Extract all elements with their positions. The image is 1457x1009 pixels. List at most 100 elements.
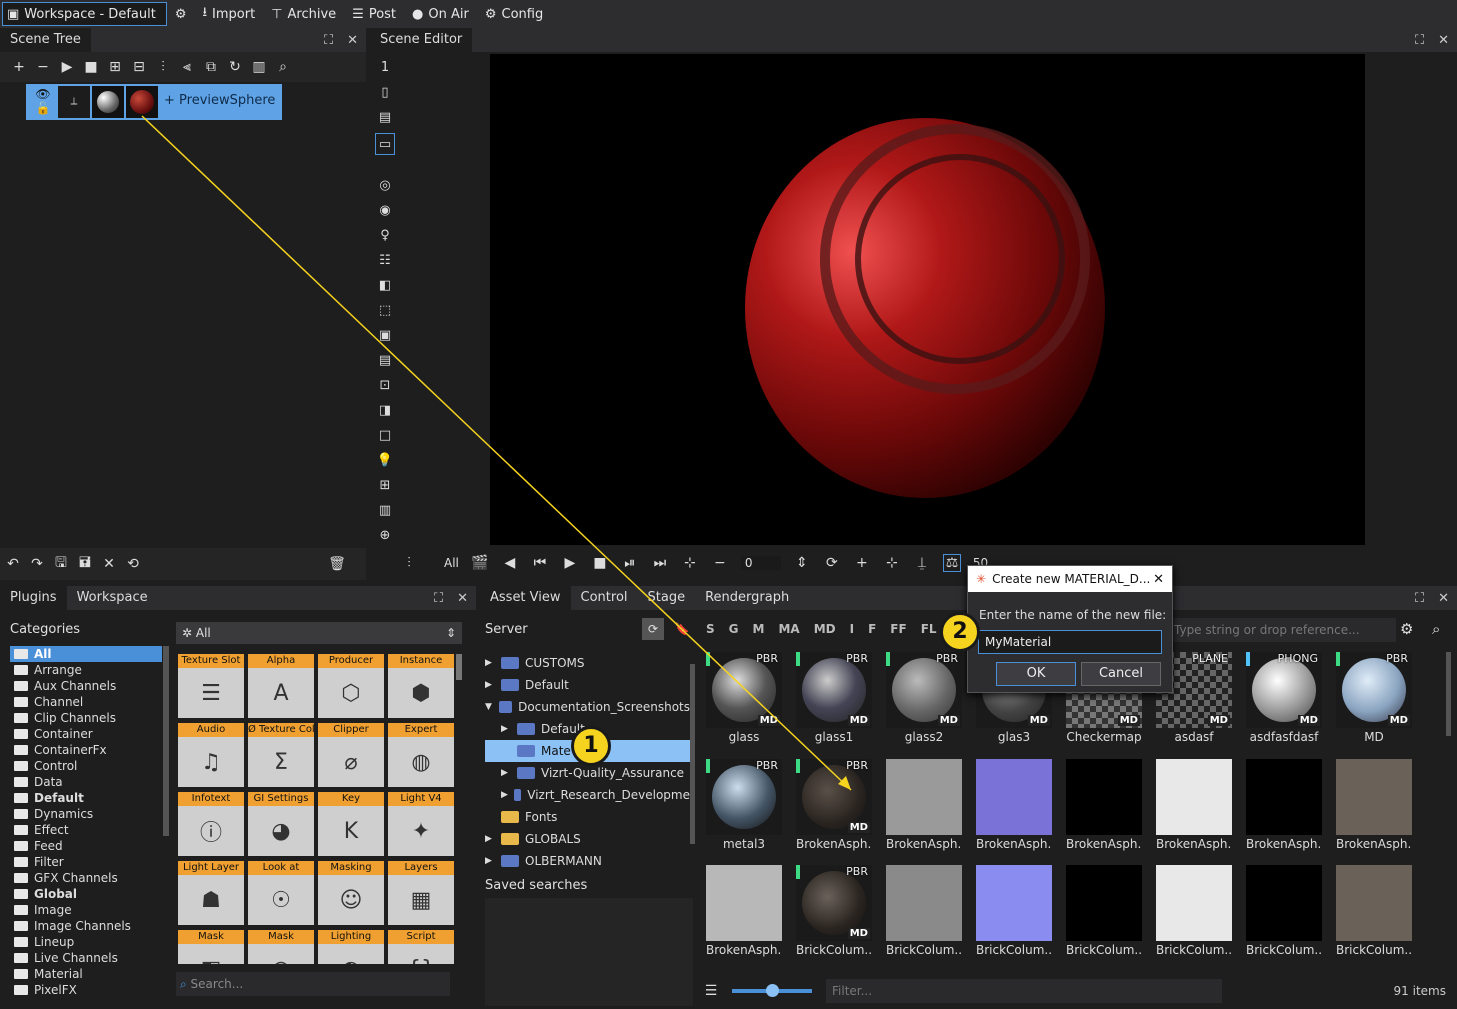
tab-scene-tree[interactable]: Scene Tree [0, 28, 91, 52]
asset-tile[interactable]: PBR MD glass [706, 652, 782, 748]
maximize-icon[interactable]: ⛶ [1415, 33, 1424, 48]
to-start-icon[interactable]: ⏮ [531, 554, 549, 572]
config-button[interactable]: ⚙ Config [477, 0, 551, 28]
undo-icon[interactable]: ↶ [4, 555, 22, 573]
asset-tile[interactable]: BrokenAsph... [976, 758, 1052, 855]
category-item[interactable]: Aux Channels [10, 678, 162, 694]
plugin-tile[interactable]: Layers ▦ [388, 861, 454, 925]
tab-stage[interactable]: Stage [638, 586, 696, 610]
filename-input[interactable] [978, 630, 1162, 654]
bounding-box-icon[interactable]: ⬚ [375, 301, 395, 319]
marker-icon[interactable]: ⍊ [913, 554, 931, 572]
plugin-tile[interactable]: Infotext ⓘ [178, 792, 244, 856]
to-end-icon[interactable]: ⏭ [651, 554, 669, 572]
plugin-tile[interactable]: Alpha A [248, 654, 314, 718]
tab-scene-editor[interactable]: Scene Editor [370, 28, 473, 52]
close-icon[interactable]: ✕ [1153, 572, 1172, 587]
category-item[interactable]: Channel [10, 694, 162, 710]
close-icon[interactable]: ✕ [1438, 33, 1449, 48]
category-item[interactable]: Filter [10, 854, 162, 870]
server-refresh-icon[interactable]: ⟳ [642, 618, 664, 640]
category-item[interactable]: ContainerFx [10, 742, 162, 758]
import-button[interactable]: ⭳ Import [194, 0, 263, 28]
plugin-tile[interactable]: GI Settings ◕ [248, 792, 314, 856]
keyframe-icon[interactable]: ⊹ [681, 554, 699, 572]
category-item[interactable]: Live Channels [10, 950, 162, 966]
plugin-tile[interactable]: Expert ◍ [388, 723, 454, 787]
asset-tile[interactable]: BrickColum... [1246, 865, 1322, 961]
category-item[interactable]: Arrange [10, 662, 162, 678]
category-item[interactable]: Feed [10, 838, 162, 854]
archive-button[interactable]: ⊤ Archive [263, 0, 344, 28]
asset-search-input[interactable]: Type string or drop reference... [1170, 618, 1396, 642]
add-icon[interactable]: + [10, 58, 28, 76]
sliders-icon[interactable]: ☷ [375, 251, 395, 269]
expand-arrow-icon[interactable]: ▼ [485, 696, 493, 718]
plugin-tile[interactable]: Mask◎ [248, 930, 314, 964]
remove-icon[interactable]: − [34, 58, 52, 76]
plus-icon[interactable]: + [853, 554, 871, 572]
play-icon[interactable]: ▶ [58, 58, 76, 76]
plugin-tile[interactable]: Instance ⬢ [388, 654, 454, 718]
maximize-icon[interactable]: ⛶ [324, 33, 333, 48]
filter-letter-button[interactable]: MA [778, 622, 799, 636]
all-label[interactable]: All [444, 556, 459, 570]
category-item[interactable]: Dynamics [10, 806, 162, 822]
tree-collapse-icon[interactable]: ⊟ [130, 58, 148, 76]
tree-folder-item[interactable]: ▶ GLOBALS [485, 828, 690, 850]
filter-letter-button[interactable]: MD [814, 622, 836, 636]
plugin-tile[interactable]: Audio ♫ [178, 723, 244, 787]
tree-folder-item[interactable]: ▶ OLBERMANN [485, 850, 690, 872]
asset-tile[interactable]: PBR MD glass2 [886, 652, 962, 748]
plugin-tile[interactable]: Key K [318, 792, 384, 856]
category-item[interactable]: GFX Channels [10, 870, 162, 886]
filter-letter-button[interactable]: FF [890, 622, 906, 636]
plugin-tile[interactable]: Producer ⬡ [318, 654, 384, 718]
category-item[interactable]: Material [10, 966, 162, 982]
minus-icon[interactable]: − [711, 554, 729, 572]
light-icon[interactable]: 💡 [375, 451, 395, 469]
safe-area-icon[interactable]: ⊡ [375, 376, 395, 394]
plugin-tile[interactable]: Clipper ⌀ [318, 723, 384, 787]
filter-letter-button[interactable]: FL [921, 622, 937, 636]
refresh-icon[interactable]: ↻ [226, 58, 244, 76]
spinner-icon[interactable]: ⇕ [793, 554, 811, 572]
tree-scrollbar[interactable] [690, 664, 695, 844]
workspace-button[interactable]: ▣ Workspace - Default [2, 2, 167, 26]
redo-icon[interactable]: ↷ [28, 555, 46, 573]
scene-node-previewsphere[interactable]: 👁 🔓 ⟂ + PreviewSphere [26, 84, 282, 120]
tree-folder-item[interactable]: ▶ CUSTOMS [485, 652, 690, 674]
gear-icon[interactable]: ⚙ [1400, 620, 1413, 638]
loop-icon[interactable]: ⟳ [823, 554, 841, 572]
asset-tile[interactable]: BrickColum... [1066, 865, 1142, 961]
tab-workspace[interactable]: Workspace [66, 586, 158, 610]
chart-icon[interactable]: ▥ [375, 501, 395, 519]
key-icon[interactable]: ◨ [375, 401, 395, 419]
stop-icon[interactable]: ■ [82, 58, 100, 76]
close-icon[interactable]: ✕ [1438, 591, 1449, 606]
maximize-icon[interactable]: ⛶ [434, 591, 443, 606]
asset-tile[interactable]: BrokenAsph... [1336, 758, 1412, 855]
category-item[interactable]: Default [10, 790, 162, 806]
plugin-tile[interactable]: Texture Slot ☰ [178, 654, 244, 718]
frame-icon[interactable]: □ [375, 426, 395, 444]
expand-arrow-icon[interactable]: ▶ [485, 850, 495, 872]
delete-x-icon[interactable]: ✕ [100, 555, 118, 573]
clapper-icon[interactable]: 🎬 [471, 554, 489, 572]
plugin-tile[interactable]: Ø Texture ColorΣ [248, 723, 314, 787]
tab-asset-view[interactable]: Asset View [480, 586, 571, 610]
camera-icon[interactable]: ◉ [375, 201, 395, 219]
transform-icon[interactable]: ⟂ [58, 86, 90, 118]
asset-tile[interactable]: BrokenAsph... [706, 865, 782, 961]
geometry-sphere-icon[interactable] [92, 86, 124, 118]
tab-control[interactable]: Control [571, 586, 638, 610]
render-viewport[interactable] [490, 54, 1365, 545]
cancel-button[interactable]: Cancel [1081, 662, 1161, 686]
asset-scrollbar[interactable] [1446, 652, 1451, 736]
expand-arrow-icon[interactable]: ▶ [501, 718, 511, 740]
asset-filter-input[interactable]: Filter... [826, 979, 1222, 1003]
asset-tile[interactable]: BrokenAsph... [886, 758, 962, 855]
text-icon[interactable]: ▤ [375, 108, 395, 126]
settings-button[interactable]: ⚙ [167, 0, 195, 28]
category-item[interactable]: Effect [10, 822, 162, 838]
